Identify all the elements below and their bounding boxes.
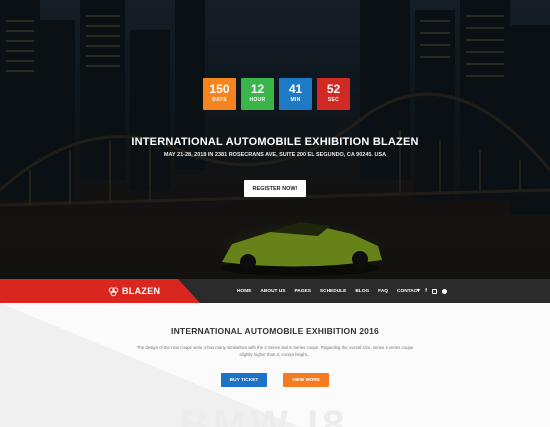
countdown-minutes-label: MIN: [290, 97, 301, 103]
nav-item-about-us[interactable]: ABOUT US: [260, 289, 285, 294]
countdown-timer: 150 DAYS 12 HOUR 41 MIN 52 SEC: [203, 78, 350, 110]
hero-title: INTERNATIONAL AUTOMOBILE EXHIBITION BLAZ…: [131, 136, 419, 148]
instagram-icon[interactable]: [431, 288, 437, 294]
countdown-days: 150 DAYS: [203, 78, 236, 110]
countdown-minutes-value: 41: [288, 82, 303, 96]
countdown-seconds-value: 52: [326, 82, 341, 96]
brand-name: BLAZEN: [122, 286, 161, 296]
countdown-minutes: 41 MIN: [279, 78, 312, 110]
countdown-days-value: 150: [209, 82, 230, 96]
social-links: ✦ f: [416, 279, 447, 303]
countdown-hours: 12 HOUR: [241, 78, 274, 110]
nav-item-schedule[interactable]: SCHEDULE: [320, 289, 346, 294]
brand-red-banner: [0, 279, 200, 303]
about-section: BMW I8 INTERNATIONAL AUTOMOBILE EXHIBITI…: [0, 303, 550, 427]
register-now-button[interactable]: REGISTER NOW!: [244, 180, 306, 197]
nav-item-faq[interactable]: FAQ: [378, 289, 388, 294]
dribbble-icon[interactable]: [441, 288, 447, 294]
brand-logo[interactable]: BLAZEN: [108, 279, 160, 303]
nav-menu: HOME ABOUT US PAGES SCHEDULE BLOG FAQ CO…: [237, 279, 420, 303]
brand-logo-icon: [108, 286, 119, 296]
nav-item-blog[interactable]: BLOG: [355, 289, 369, 294]
hero-section: 150 DAYS 12 HOUR 41 MIN 52 SEC INTERNATI…: [0, 0, 550, 279]
section-title: INTERNATIONAL AUTOMOBILE EXHIBITION 2016: [171, 326, 379, 336]
hero-event-details: MAY 21-28, 2018 IN 2381 ROSECRANS AVE, S…: [163, 152, 387, 158]
nav-item-pages[interactable]: PAGES: [294, 289, 310, 294]
view-more-button[interactable]: VIEW MORE: [283, 373, 329, 387]
nav-item-home[interactable]: HOME: [237, 289, 251, 294]
countdown-hours-label: HOUR: [249, 97, 266, 103]
countdown-days-label: DAYS: [212, 97, 227, 103]
buy-ticket-button[interactable]: BUY TICKET: [221, 373, 267, 387]
countdown-seconds: 52 SEC: [317, 78, 350, 110]
countdown-seconds-label: SEC: [327, 97, 340, 103]
countdown-hours-value: 12: [250, 82, 265, 96]
main-navbar: BLAZEN HOME ABOUT US PAGES SCHEDULE BLOG…: [0, 279, 550, 303]
section-buttons: BUY TICKET VIEW MORE: [0, 373, 550, 387]
watermark-text: BMW I8: [180, 403, 349, 427]
twitter-icon[interactable]: ✦: [416, 288, 420, 294]
facebook-icon[interactable]: f: [425, 288, 427, 294]
section-description: The design of the new coupe serie 4 has …: [136, 345, 414, 357]
